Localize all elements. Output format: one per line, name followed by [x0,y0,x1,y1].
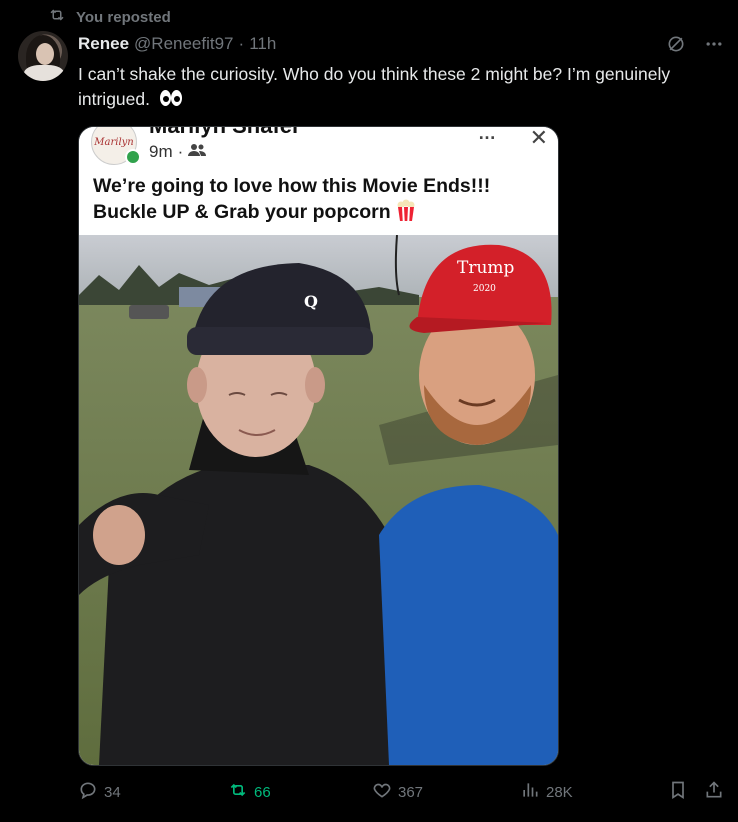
more-options-icon[interactable] [704,34,724,59]
repost-count: 66 [254,783,271,801]
timestamp[interactable]: 11h [249,34,276,54]
like-button[interactable]: 367 [372,780,423,804]
repost-icon [48,6,66,28]
q-hat-text: Q [304,292,318,311]
views-count: 28K [546,783,573,801]
bookmark-button[interactable] [668,780,688,804]
tweet-top-icons [666,34,724,59]
online-status-icon [125,149,141,165]
separator: · [177,142,184,161]
repost-banner-label: You reposted [76,8,171,26]
tweet-header: Renee @Reneefit97 · 11h [78,34,276,54]
embedded-post-time: 9m [149,142,173,161]
embedded-more-icon: … [478,126,496,143]
views-button[interactable]: 28K [520,780,573,804]
embedded-photo: Q Trump 2020 [79,235,558,765]
heart-icon [372,780,392,804]
avatar[interactable] [18,31,68,81]
share-icon [704,780,724,804]
embedded-post-meta: 9m · [149,142,207,162]
tweet-actions: 34 66 367 28K [78,780,728,804]
embedded-post-header: Marilyn Marilyn Shafer 9m · … ✕ We’re go… [79,127,558,235]
trump-hat-text: Trump [457,258,515,278]
friends-icon [188,142,207,162]
repost-icon [228,780,248,804]
embedded-post-text: We’re going to love how this Movie Ends!… [93,173,543,225]
embedded-post-text-body: We’re going to love how this Movie Ends!… [93,175,491,223]
embedded-post-author: Marilyn Shafer [149,127,301,139]
trump-hat-year: 2020 [473,284,496,294]
reply-icon [78,780,98,804]
views-icon [520,780,540,804]
like-count: 367 [398,783,424,801]
repost-banner[interactable]: You reposted [48,6,171,28]
author-name[interactable]: Renee [78,34,129,54]
bookmark-icon [668,780,688,804]
reply-count: 34 [104,783,121,801]
grok-icon[interactable] [666,34,686,59]
repost-button[interactable]: 66 [228,780,271,804]
author-handle[interactable]: @Reneefit97 [134,34,234,54]
reply-button[interactable]: 34 [78,780,121,804]
tweet-media[interactable]: Marilyn Marilyn Shafer 9m · … ✕ We’re go… [78,126,559,766]
tweet-text: I can’t shake the curiosity. Who do you … [78,62,698,115]
embedded-close-icon: ✕ [529,126,548,150]
share-button[interactable] [704,780,724,804]
popcorn-icon [396,199,416,223]
eyes-emoji-icon [159,88,183,115]
separator: · [238,34,245,53]
